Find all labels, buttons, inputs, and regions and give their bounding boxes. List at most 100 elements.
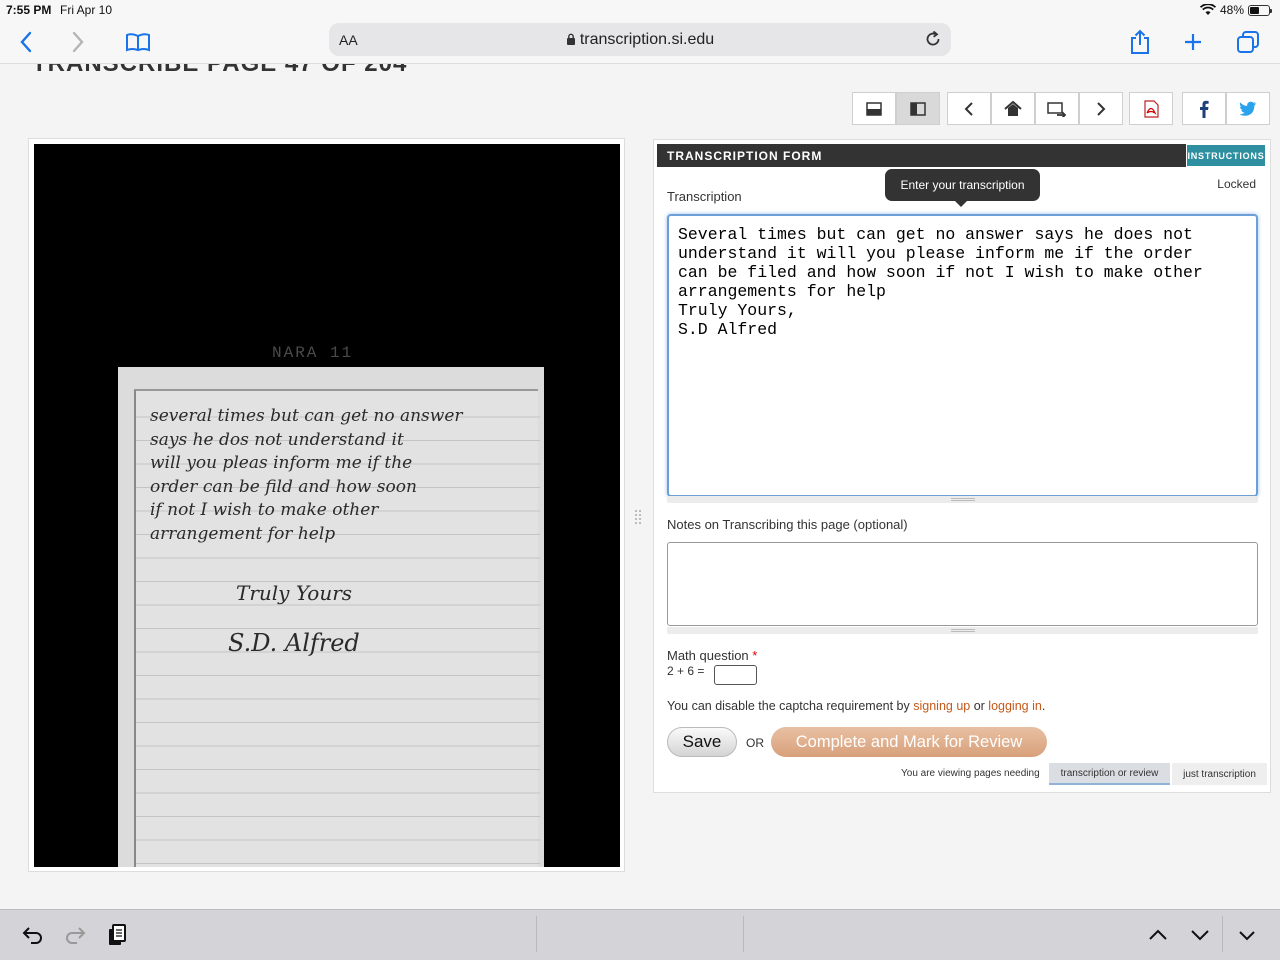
image-viewer-frame: NARA 11 several times but can get no ans… (28, 138, 625, 872)
twitter-icon (1239, 101, 1256, 116)
tabs-icon (1237, 31, 1259, 53)
home-icon (1004, 100, 1022, 116)
pdf-download-button[interactable] (1129, 92, 1173, 125)
share-icon (1131, 29, 1149, 54)
chevron-down-icon (1191, 930, 1209, 941)
divider (743, 916, 744, 952)
filter-transcription-or-review[interactable]: transcription or review (1049, 763, 1170, 785)
panel-resize-handle[interactable] (634, 508, 642, 528)
forward-icon (72, 31, 84, 53)
math-question-label: Math question * (667, 648, 757, 663)
or-separator: OR (746, 736, 764, 750)
status-date: Fri Apr 10 (60, 3, 113, 17)
complete-review-button[interactable]: Complete and Mark for Review (771, 727, 1047, 757)
chevron-down-icon (1239, 930, 1255, 940)
address-bar[interactable]: AA transcription.si.edu (329, 23, 951, 56)
notes-label: Notes on Transcribing this page (optiona… (667, 517, 908, 532)
ledger-page: several times but can get no answer says… (134, 389, 540, 867)
handwritten-closing: Truly Yours (236, 581, 353, 605)
twitter-share-button[interactable] (1226, 92, 1270, 125)
status-time: 7:55 PM (6, 3, 52, 17)
paste-button[interactable] (104, 922, 130, 948)
keyboard-shortcut-bar (0, 909, 1280, 960)
layout-side-icon (910, 101, 926, 116)
redo-icon (66, 927, 86, 944)
captcha-notice: You can disable the captcha requirement … (667, 699, 1045, 713)
redo-button[interactable] (62, 922, 88, 948)
back-button[interactable] (10, 26, 42, 58)
captcha-or: or (970, 699, 989, 713)
locked-status: Locked (1217, 177, 1256, 191)
divider (1222, 916, 1223, 952)
share-button[interactable] (1124, 26, 1156, 58)
tabs-button[interactable] (1232, 26, 1264, 58)
notes-textarea[interactable] (667, 542, 1258, 626)
captcha-prefix: You can disable the captcha requirement … (667, 699, 914, 713)
status-right: 48% (1199, 3, 1272, 17)
browser-toolbar: AA transcription.si.edu (0, 20, 1280, 64)
handwritten-signature: S.D. Alfred (228, 629, 360, 657)
handwriting-line: says he dos not understand it (150, 429, 404, 450)
chevron-up-icon (1149, 929, 1167, 940)
url-display[interactable]: transcription.si.edu (329, 31, 951, 49)
plus-icon (1185, 34, 1201, 50)
back-icon (20, 31, 32, 53)
document-image-viewer[interactable]: NARA 11 several times but can get no ans… (34, 144, 620, 867)
dismiss-keyboard-button[interactable] (1234, 922, 1260, 948)
status-bar: 7:55 PM Fri Apr 10 48% (0, 0, 1280, 20)
viewing-label: You are viewing pages needing (901, 768, 1040, 779)
chevron-right-icon (1097, 101, 1106, 116)
archive-stamp: NARA 11 (272, 344, 354, 362)
handwritten-text: several times but can get no answer says… (150, 405, 530, 546)
wifi-icon (1199, 4, 1216, 15)
transcription-tooltip: Enter your transcription (885, 169, 1040, 207)
handwriting-line: several times but can get no answer (150, 406, 463, 426)
save-button[interactable]: Save (667, 727, 737, 757)
next-page-button[interactable] (1079, 92, 1123, 125)
layout-side-button[interactable] (896, 92, 940, 125)
login-link[interactable]: logging in (988, 699, 1042, 713)
layout-stacked-icon (866, 101, 882, 116)
battery-icon (1248, 4, 1272, 16)
battery-fill (1250, 6, 1259, 14)
bookmarks-button[interactable] (122, 26, 154, 58)
transcription-label: Transcription (667, 189, 742, 204)
instructions-button[interactable]: INSTRUCTIONS (1186, 144, 1266, 167)
previous-field-button[interactable] (1145, 922, 1171, 948)
new-tab-button[interactable] (1177, 26, 1209, 58)
transcription-panel: TRANSCRIPTION FORM INSTRUCTIONS Transcri… (653, 139, 1271, 793)
previous-page-button[interactable] (947, 92, 991, 125)
filter-just-transcription[interactable]: just transcription (1172, 763, 1267, 785)
url-text: transcription.si.edu (579, 31, 715, 48)
math-question: 2 + 6 = (667, 664, 705, 678)
math-label-text: Math question (667, 648, 749, 663)
forward-button[interactable] (62, 26, 94, 58)
undo-icon (22, 927, 42, 944)
facebook-icon (1200, 100, 1209, 118)
handwriting-line: will you pleas inform me if the (150, 453, 413, 473)
battery-percent: 48% (1219, 3, 1244, 17)
undo-button[interactable] (20, 922, 46, 948)
facebook-share-button[interactable] (1182, 92, 1226, 125)
book-icon (126, 33, 150, 52)
reload-icon[interactable] (923, 29, 943, 49)
required-mark: * (752, 648, 758, 663)
divider (536, 916, 537, 952)
transcription-resize-grip[interactable] (667, 496, 1258, 503)
document-page-image: several times but can get no answer says… (118, 367, 544, 867)
shuffle-icon (1047, 101, 1067, 117)
handwriting-line: order can be fild and how soon (150, 476, 417, 497)
notes-resize-grip[interactable] (667, 627, 1258, 634)
signup-link[interactable]: signing up (913, 699, 970, 713)
random-page-button[interactable] (1035, 92, 1079, 125)
captcha-suffix: . (1041, 699, 1046, 713)
chevron-left-icon (964, 101, 973, 116)
handwriting-line: if not I wish to make other (150, 500, 379, 520)
transcription-textarea[interactable]: Several times but can get no answer says… (667, 214, 1258, 497)
project-home-button[interactable] (991, 92, 1035, 125)
pdf-icon (1144, 99, 1159, 118)
math-answer-input[interactable] (714, 665, 757, 685)
form-header: TRANSCRIPTION FORM (657, 144, 1187, 167)
layout-stacked-button[interactable] (852, 92, 896, 125)
next-field-button[interactable] (1187, 922, 1213, 948)
